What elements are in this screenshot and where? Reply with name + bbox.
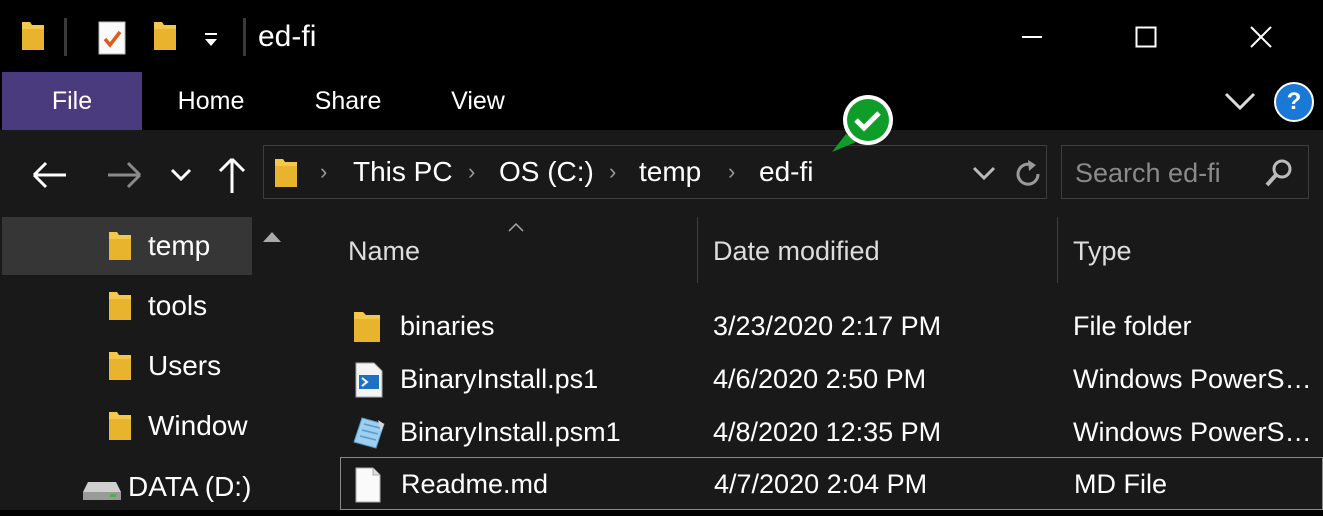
expand-ribbon-icon[interactable] — [1222, 86, 1258, 116]
tab-file[interactable]: File — [2, 72, 142, 130]
tab-share[interactable]: Share — [295, 72, 401, 130]
sort-ascending-icon — [507, 219, 525, 232]
chevron-right-icon[interactable]: › — [468, 145, 475, 199]
window-title: ed-fi — [258, 20, 317, 53]
file-type: File folder — [1073, 311, 1192, 341]
file-date: 3/23/2020 2:17 PM — [713, 311, 942, 341]
folder-icon — [20, 20, 46, 52]
tree-item-label: tools — [148, 290, 208, 321]
search-placeholder: Search ed-fi — [1075, 158, 1221, 188]
folder-icon — [107, 350, 133, 382]
file-type: MD File — [1074, 469, 1167, 499]
help-label: ? — [1286, 88, 1302, 115]
help-button[interactable]: ? — [1274, 82, 1314, 122]
sync-status-icon — [828, 94, 896, 158]
up-button[interactable] — [216, 155, 248, 195]
folder-icon — [107, 230, 133, 262]
file-name: BinaryInstall.psm1 — [400, 417, 621, 447]
powershell-script-icon — [352, 361, 386, 399]
tree-item-label: DATA (D:) — [128, 471, 252, 502]
tree-item-temp[interactable]: temp — [2, 217, 252, 275]
folder-icon — [352, 308, 386, 346]
tree-item-label: Users — [148, 350, 222, 381]
chevron-right-icon[interactable]: › — [320, 145, 327, 199]
back-button[interactable] — [30, 158, 70, 192]
address-dropdown-icon[interactable] — [970, 160, 998, 186]
search-input[interactable]: Search ed-fi — [1061, 145, 1309, 199]
file-date: 4/6/2020 2:50 PM — [713, 364, 927, 394]
file-type: Windows PowerS… — [1073, 364, 1312, 394]
document-icon — [353, 466, 387, 504]
file-row-binaryinstall-ps1[interactable]: BinaryInstall.ps1 4/6/2020 2:50 PM Windo… — [340, 353, 1323, 406]
file-date: 4/8/2020 12:35 PM — [713, 417, 942, 447]
file-type: Windows PowerS… — [1073, 417, 1312, 447]
folder-icon — [107, 410, 133, 442]
powershell-module-icon — [352, 414, 386, 452]
toolbar-separator — [64, 18, 67, 56]
refresh-button[interactable] — [1012, 158, 1044, 190]
tree-item-windows[interactable]: Window — [2, 397, 252, 455]
file-row-binaryinstall-psm1[interactable]: BinaryInstall.psm1 4/8/2020 12:35 PM Win… — [340, 406, 1323, 459]
folder-icon — [273, 157, 299, 189]
customize-toolbar-icon[interactable] — [200, 24, 222, 52]
forward-button[interactable] — [104, 158, 144, 192]
scroll-up-icon[interactable] — [260, 226, 284, 246]
breadcrumb-ed-fi[interactable]: ed-fi — [759, 145, 813, 199]
chevron-right-icon[interactable]: › — [609, 145, 616, 199]
tab-home[interactable]: Home — [155, 72, 267, 130]
file-date: 4/7/2020 2:04 PM — [714, 469, 928, 499]
properties-icon[interactable] — [97, 20, 129, 58]
file-row-binaries[interactable]: binaries 3/23/2020 2:17 PM File folder — [340, 300, 1323, 353]
search-icon — [1264, 158, 1294, 188]
column-header-date[interactable]: Date modified — [713, 225, 880, 277]
file-name: Readme.md — [401, 469, 549, 499]
column-header-name[interactable]: Name — [348, 225, 420, 277]
maximize-button[interactable] — [1101, 12, 1191, 62]
column-header-type[interactable]: Type — [1073, 225, 1132, 277]
tree-item-label: Window — [148, 410, 248, 441]
recent-locations-button[interactable] — [168, 162, 194, 188]
drive-icon — [82, 480, 122, 502]
tab-view[interactable]: View — [430, 72, 526, 130]
new-folder-icon[interactable] — [152, 20, 178, 52]
folder-icon — [107, 290, 133, 322]
close-button[interactable] — [1216, 12, 1306, 62]
tree-item-users[interactable]: Users — [2, 337, 252, 395]
tree-item-tools[interactable]: tools — [2, 277, 252, 335]
file-row-readme-md[interactable]: Readme.md 4/7/2020 2:04 PM MD File — [340, 457, 1323, 510]
column-divider[interactable] — [697, 217, 698, 283]
file-name: BinaryInstall.ps1 — [400, 364, 599, 394]
breadcrumb-this-pc[interactable]: This PC — [353, 145, 453, 199]
toolbar-separator — [243, 18, 246, 56]
tree-item-label: temp — [148, 230, 211, 261]
breadcrumb-os-c[interactable]: OS (C:) — [499, 145, 594, 199]
file-name: binaries — [400, 311, 495, 341]
tree-item-data-drive[interactable]: DATA (D:) — [2, 458, 252, 516]
column-divider[interactable] — [1057, 217, 1058, 283]
breadcrumb-temp[interactable]: temp — [639, 145, 701, 199]
chevron-right-icon[interactable]: › — [728, 145, 735, 199]
minimize-button[interactable] — [987, 12, 1077, 62]
